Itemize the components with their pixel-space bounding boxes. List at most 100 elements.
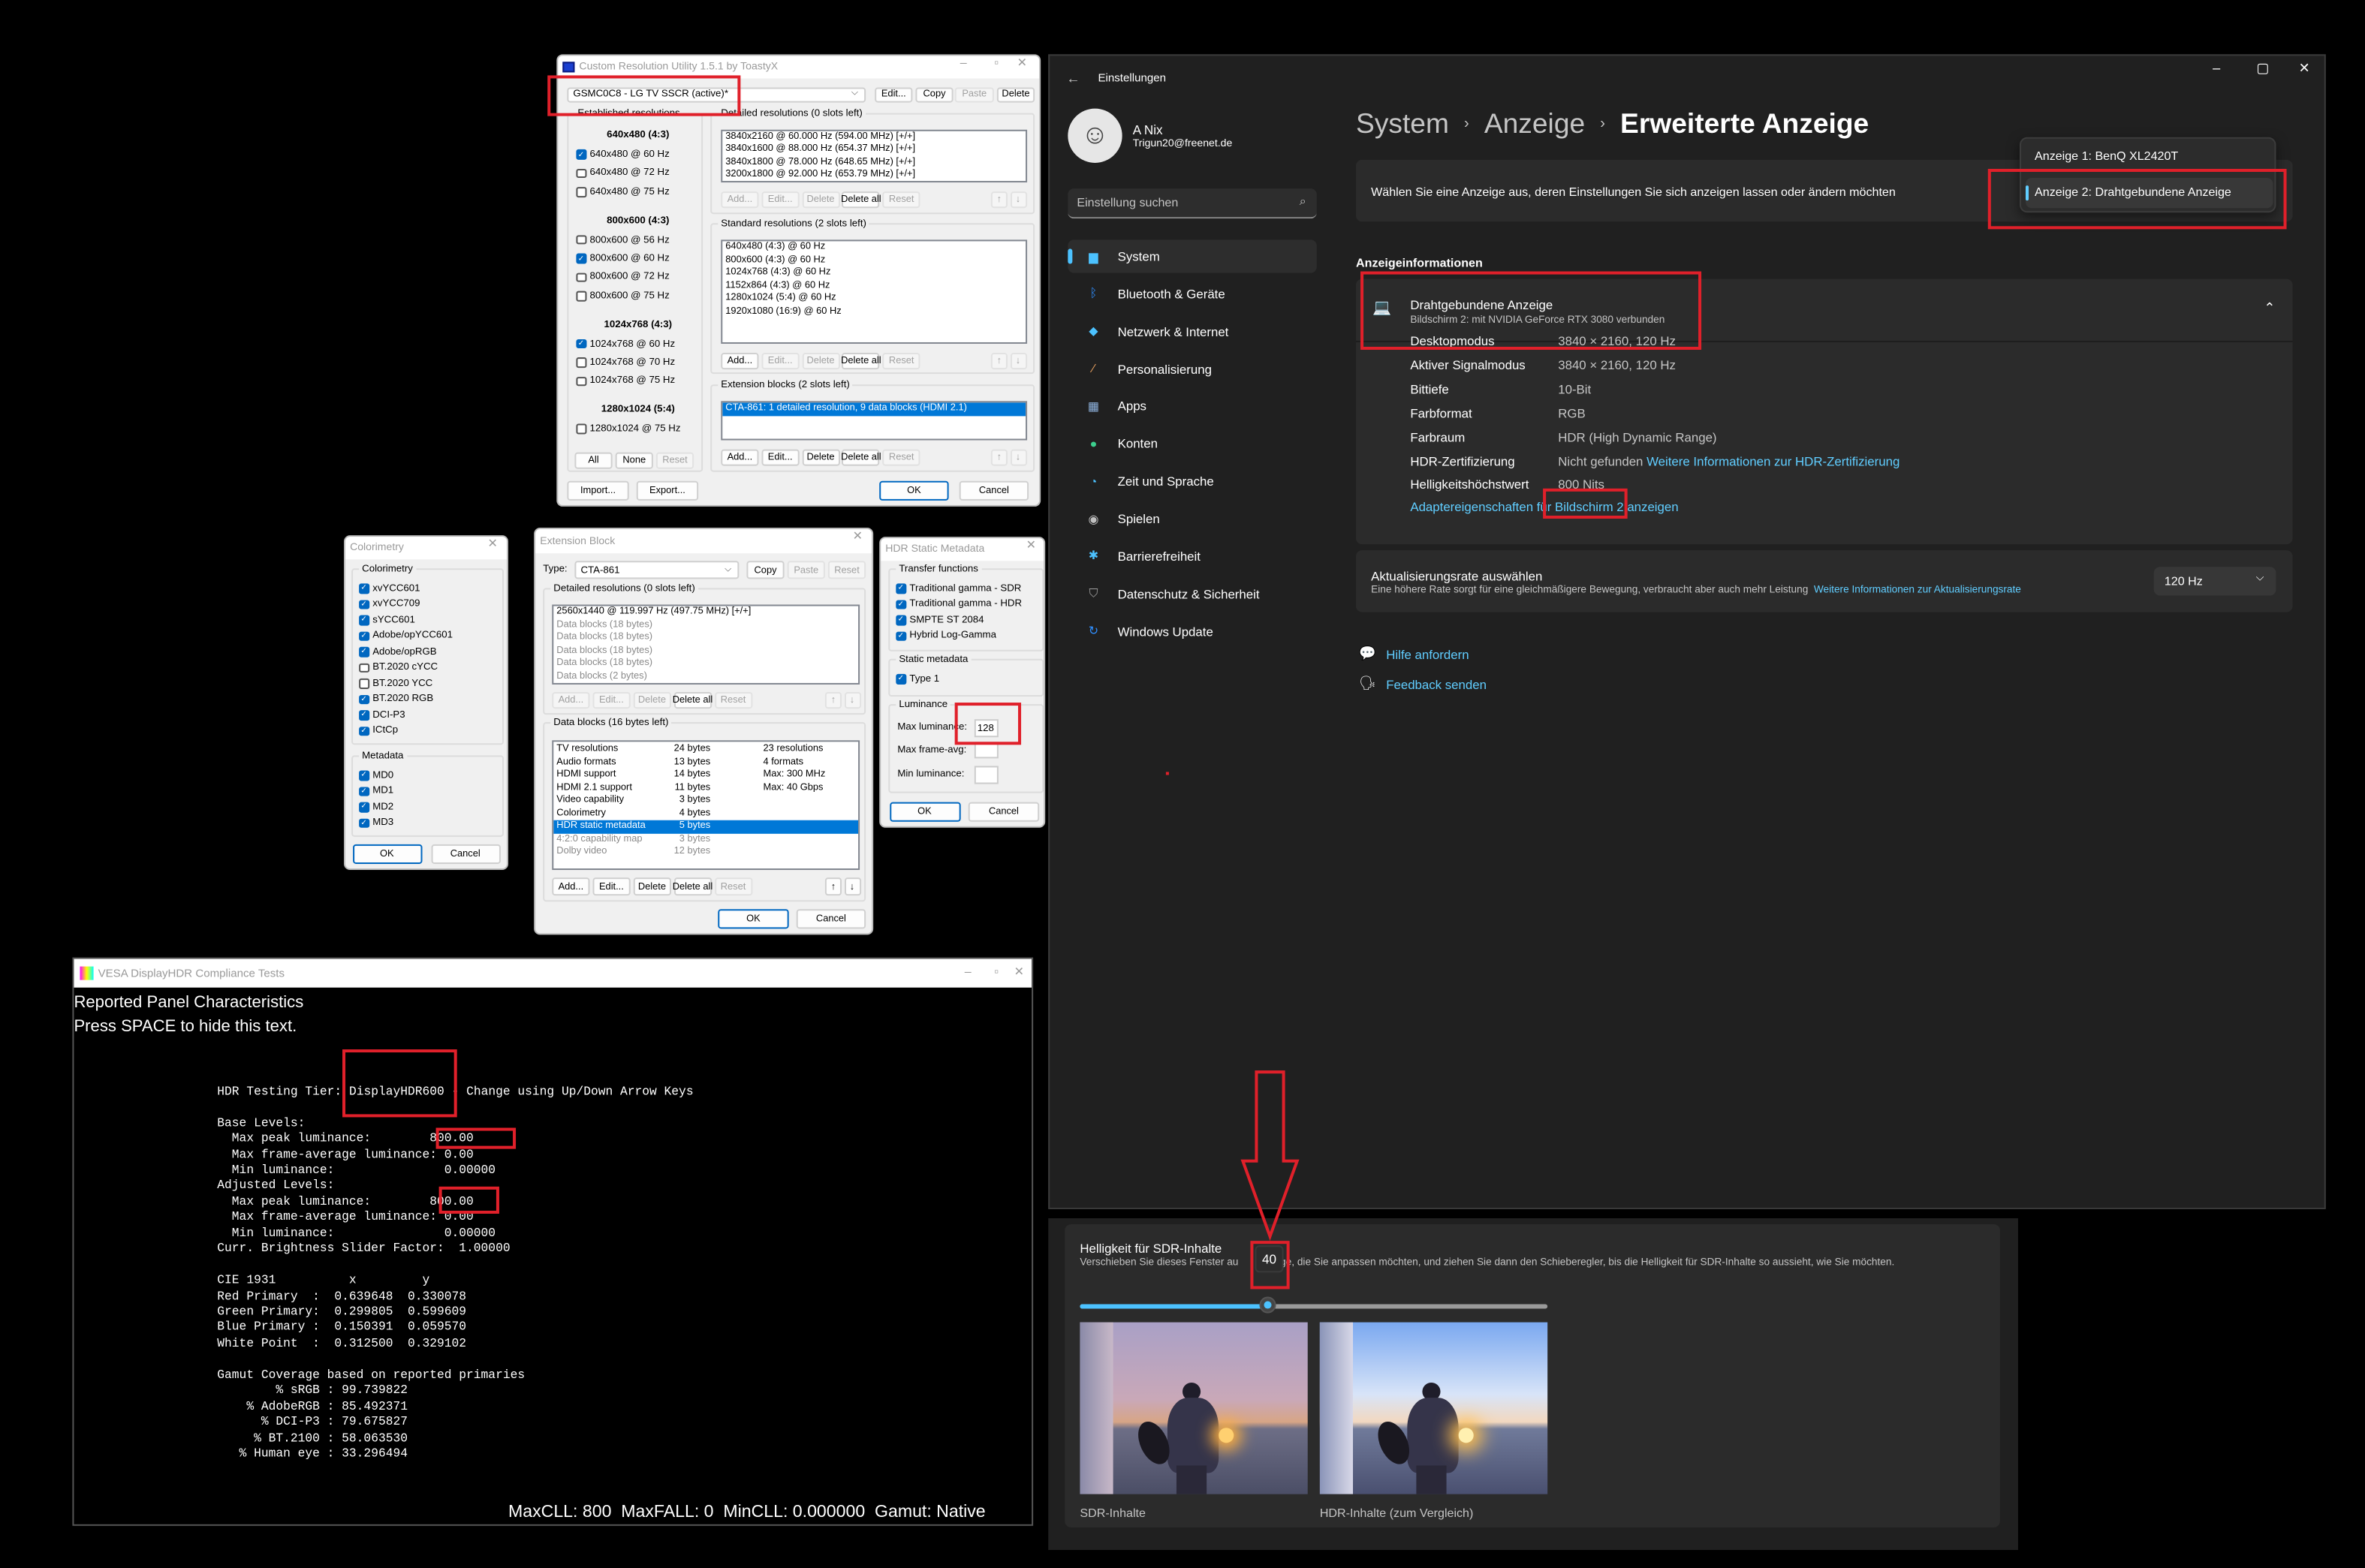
checkbox-smpte-st-2084[interactable]: ✓ SMPTE ST 2084 <box>896 612 1022 628</box>
list-item[interactable]: 800x600 (4:3) @ 60 Hz <box>722 254 1026 266</box>
breadcrumb-anzeige[interactable]: Anzeige <box>1484 107 1585 140</box>
close-button[interactable]: ✕ <box>1014 965 1024 979</box>
sidebar-item-zeit-und-sprache[interactable]: ◔ Zeit und Sprache <box>1068 465 1316 498</box>
type-select[interactable]: CTA-861 ⌵ <box>574 561 740 579</box>
listbox[interactable]: TV resolutions 24 bytes 23 resolutions Audi… <box>552 740 860 871</box>
delete-all-button[interactable]: Delete all <box>841 191 881 209</box>
checkbox-checked-icon[interactable]: ✓ <box>359 770 369 781</box>
export-button[interactable]: Export... <box>636 480 699 501</box>
checkbox-800x600-75-hz[interactable]: 800x600 @ 75 Hz <box>576 287 700 305</box>
checkbox-1280x1024-75-hz[interactable]: 1280x1024 @ 75 Hz <box>576 420 700 438</box>
checkbox-md2[interactable]: ✓ MD2 <box>359 799 393 815</box>
add-button[interactable]: Add... <box>552 691 590 709</box>
data-block-row[interactable]: 4:2:0 capability map 3 bytes <box>553 833 858 846</box>
cancel-button[interactable]: Cancel <box>796 909 866 929</box>
checkbox-checked-icon[interactable]: ✓ <box>359 694 369 705</box>
checkbox-checked-icon[interactable]: ✓ <box>896 599 906 609</box>
close-button[interactable]: ✕ <box>853 529 863 543</box>
edit-button[interactable]: Edit... <box>761 191 800 209</box>
list-item[interactable]: Data blocks (18 bytes) <box>553 658 858 670</box>
checkbox-xvycc601[interactable]: ✓ xvYCC601 <box>359 580 453 596</box>
checkbox-checked-icon[interactable]: ✓ <box>359 802 369 812</box>
checkbox-checked-icon[interactable]: ✓ <box>359 786 369 796</box>
checkbox-1024x768-70-hz[interactable]: 1024x768 @ 70 Hz <box>576 354 700 372</box>
data-block-row[interactable]: HDMI 2.1 support 11 bytes Max: 40 Gbps <box>553 782 858 795</box>
list-item[interactable]: 2560x1440 @ 119.997 Hz (497.75 MHz) [+/+… <box>553 606 858 618</box>
delete-all-button[interactable]: Delete all <box>841 449 881 466</box>
move-up-button[interactable]: ↑ <box>990 449 1008 466</box>
checkbox-xvycc709[interactable]: ✓ xvYCC709 <box>359 596 453 612</box>
sidebar-item-bluetooth-ger-te[interactable]: ᛒ Bluetooth & Geräte <box>1068 277 1316 310</box>
checkbox-unchecked-icon[interactable] <box>576 168 586 179</box>
move-up-button[interactable]: ↑ <box>990 191 1008 209</box>
delete-all-button[interactable]: Delete all <box>673 877 713 896</box>
close-button[interactable]: ✕ <box>487 537 497 550</box>
reset-button[interactable]: Reset <box>655 452 694 469</box>
checkbox-unchecked-icon[interactable] <box>576 187 586 197</box>
checkbox-ictcp[interactable]: ✓ ICtCp <box>359 723 453 739</box>
ok-button[interactable]: OK <box>718 909 789 929</box>
checkbox-unchecked-icon[interactable] <box>576 376 586 387</box>
checkbox-hybrid-log-gamma[interactable]: ✓ Hybrid Log-Gamma <box>896 628 1022 644</box>
sidebar-item-konten[interactable]: ● Konten <box>1068 427 1316 460</box>
checkbox-adobe-opycc601[interactable]: ✓ Adobe/opYCC601 <box>359 628 453 644</box>
checkbox-bt-2020-ycc[interactable]: BT.2020 YCC <box>359 676 453 691</box>
minimize-button[interactable]: – <box>965 965 972 979</box>
move-down-button[interactable]: ↓ <box>1009 353 1027 370</box>
checkbox-1024x768-60-hz[interactable]: ✓ 1024x768 @ 60 Hz <box>576 335 700 354</box>
checkbox-unchecked-icon[interactable] <box>576 290 586 301</box>
delete-button[interactable]: Delete <box>633 877 671 896</box>
checkbox-checked-icon[interactable]: ✓ <box>896 583 906 594</box>
checkbox-checked-icon[interactable]: ✓ <box>359 631 369 641</box>
delete-button[interactable]: Delete <box>996 86 1035 103</box>
list-item[interactable]: 3840x1600 @ 88.000 Hz (654.37 MHz) [+/+] <box>722 143 1026 156</box>
list-item[interactable]: 3200x1800 @ 92.000 Hz (653.79 MHz) [+/+] <box>722 169 1026 181</box>
maximize-button[interactable]: ▫ <box>994 56 999 69</box>
sidebar-item-personalisierung[interactable]: ∕ Personalisierung <box>1068 352 1316 385</box>
move-down-button[interactable]: ↓ <box>843 691 861 709</box>
sidebar-item-windows-update[interactable]: ↻ Windows Update <box>1068 615 1316 648</box>
sidebar-item-netzwerk-internet[interactable]: ◆ Netzwerk & Internet <box>1068 315 1316 348</box>
move-up-button[interactable]: ↑ <box>824 877 842 896</box>
checkbox-checked-icon[interactable]: ✓ <box>359 615 369 625</box>
slider-thumb[interactable] <box>1258 1296 1276 1314</box>
list-item[interactable]: 1280x1024 (5:4) @ 60 Hz <box>722 293 1026 305</box>
move-up-button[interactable]: ↑ <box>824 691 842 709</box>
checkbox-checked-icon[interactable]: ✓ <box>576 149 586 160</box>
reset-button[interactable]: Reset <box>882 191 920 209</box>
cancel-button[interactable]: Cancel <box>430 844 500 864</box>
checkbox-checked-icon[interactable]: ✓ <box>359 710 369 721</box>
checkbox-bt-2020-cycc[interactable]: BT.2020 cYCC <box>359 660 453 676</box>
list-item[interactable]: Data blocks (18 bytes) <box>553 645 858 658</box>
search-icon[interactable]: ⌕ <box>1300 194 1306 209</box>
checkbox-md3[interactable]: ✓ MD3 <box>359 815 393 831</box>
data-block-row[interactable]: Colorimetry 4 bytes <box>553 808 858 820</box>
checkbox-checked-icon[interactable]: ✓ <box>359 817 369 828</box>
none-button[interactable]: None <box>615 452 653 469</box>
minimize-button[interactable]: – <box>960 56 967 69</box>
list-item[interactable]: Data blocks (18 bytes) <box>553 619 858 632</box>
checkbox-traditional-gamma-hdr[interactable]: ✓ Traditional gamma - HDR <box>896 596 1022 612</box>
copy-button[interactable]: Copy <box>746 561 785 579</box>
breadcrumb-system[interactable]: System <box>1356 107 1449 140</box>
all-button[interactable]: All <box>574 452 613 469</box>
delete-button[interactable]: Delete <box>801 353 840 370</box>
checkbox-type-1[interactable]: ✓ Type 1 <box>896 671 939 687</box>
feedback-link[interactable]: Feedback senden <box>1386 677 1487 692</box>
checkbox-640x480-75-hz[interactable]: 640x480 @ 75 Hz <box>576 182 700 201</box>
checkbox-checked-icon[interactable]: ✓ <box>359 599 369 609</box>
checkbox-bt-2020-rgb[interactable]: ✓ BT.2020 RGB <box>359 691 453 707</box>
maximize-button[interactable]: ▢ <box>2256 60 2269 77</box>
reset-button[interactable]: Reset <box>714 691 752 709</box>
edit-button[interactable]: Edit... <box>761 353 800 370</box>
avatar[interactable]: ☺ <box>1068 107 1122 162</box>
edit-button[interactable]: Edit... <box>875 86 913 103</box>
cancel-button[interactable]: Cancel <box>959 480 1029 501</box>
data-block-row[interactable]: Dolby video 12 bytes <box>553 846 858 859</box>
min-luminance-input[interactable] <box>974 766 999 784</box>
checkbox-md1[interactable]: ✓ MD1 <box>359 784 393 799</box>
hdr-certification-link[interactable]: Weitere Informationen zur HDR-Zertifizie… <box>1646 453 1900 468</box>
delete-button[interactable]: Delete <box>801 449 840 466</box>
copy-button[interactable]: Copy <box>915 86 954 103</box>
list-item[interactable]: 1152x864 (4:3) @ 60 Hz <box>722 280 1026 293</box>
